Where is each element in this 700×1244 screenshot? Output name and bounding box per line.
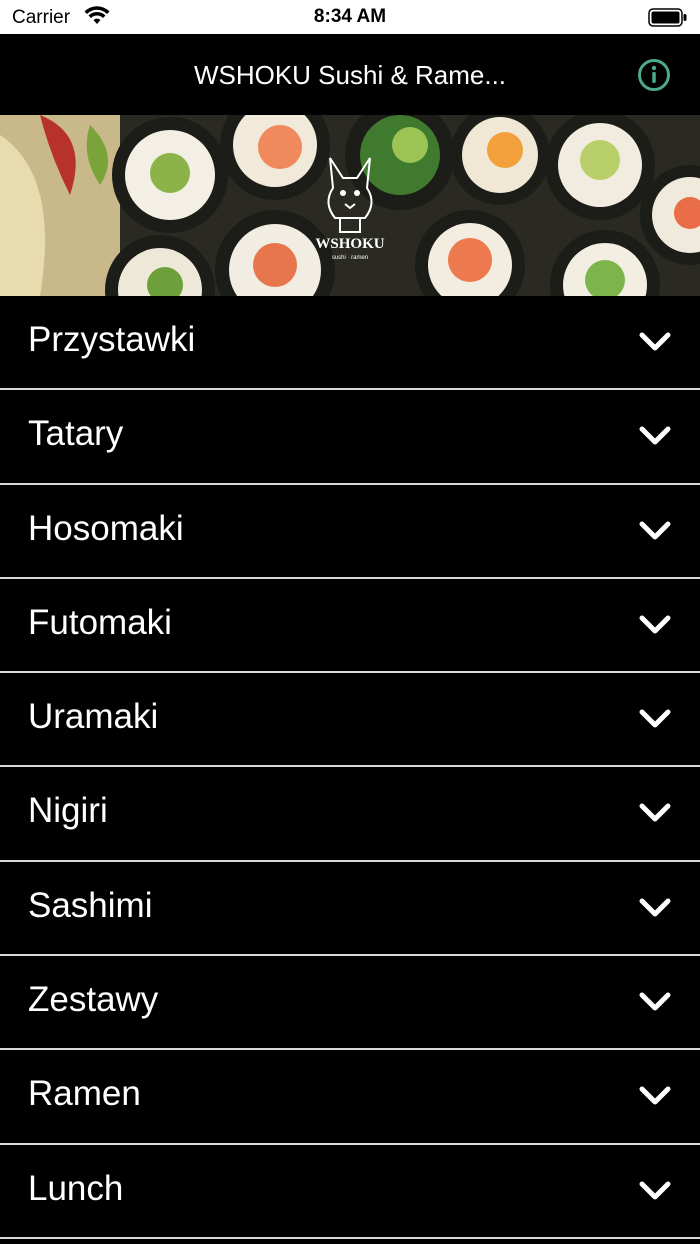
chevron-down-icon: [639, 992, 671, 1011]
category-row-lunch[interactable]: Lunch: [0, 1144, 700, 1239]
category-label: Zestawy: [28, 980, 159, 1020]
category-label: Futomaki: [28, 602, 172, 642]
chevron-down-icon: [639, 332, 671, 351]
brand-logo: WSHOKU sushi · ramen: [305, 148, 395, 263]
chevron-down-icon: [639, 709, 671, 728]
category-row-zestawy[interactable]: Zestawy: [0, 956, 700, 1051]
category-row-przystawki[interactable]: Przystawki: [0, 296, 700, 391]
fox-logo-icon: WSHOKU sushi · ramen: [315, 157, 385, 261]
category-row-uramaki[interactable]: Uramaki: [0, 673, 700, 768]
chevron-down-icon: [639, 803, 671, 822]
chevron-down-icon: [639, 898, 671, 917]
category-row-sashimi[interactable]: Sashimi: [0, 861, 700, 957]
category-label: Uramaki: [28, 697, 159, 737]
navigation-bar: WSHOKU Sushi & Rame...: [0, 34, 700, 115]
category-label: Nigiri: [28, 791, 108, 831]
category-label: Tatary: [28, 414, 124, 454]
brand-name: WSHOKU: [315, 236, 384, 252]
chevron-down-icon: [639, 426, 671, 445]
battery-icon: [648, 8, 687, 27]
chevron-down-icon: [639, 615, 671, 634]
clock-time: 8:34 AM: [313, 6, 387, 27]
info-circle-icon[interactable]: [637, 58, 671, 92]
chevron-down-icon: [639, 521, 671, 540]
page-title: WSHOKU Sushi & Rame...: [193, 60, 507, 90]
category-label: Sashimi: [28, 885, 153, 925]
category-label: Przystawki: [28, 320, 196, 359]
category-label: Ramen: [28, 1074, 141, 1114]
category-row-nigiri[interactable]: Nigiri: [0, 767, 700, 862]
category-row-futomaki[interactable]: Futomaki: [0, 578, 700, 674]
category-row-ramen[interactable]: Ramen: [0, 1050, 700, 1145]
category-label: Lunch: [28, 1168, 124, 1208]
category-row-tatary[interactable]: Tatary: [0, 390, 700, 485]
brand-tagline: sushi · ramen: [332, 255, 368, 261]
category-label: Hosomaki: [28, 508, 184, 548]
chevron-down-icon: [639, 1181, 671, 1200]
status-bar: Carrier 8:34 AM: [0, 0, 700, 34]
chevron-down-icon: [639, 1086, 671, 1105]
category-row-hosomaki[interactable]: Hosomaki: [0, 484, 700, 579]
category-list: Przystawki Tatary Hosomaki Futomaki Uram…: [0, 296, 700, 1239]
